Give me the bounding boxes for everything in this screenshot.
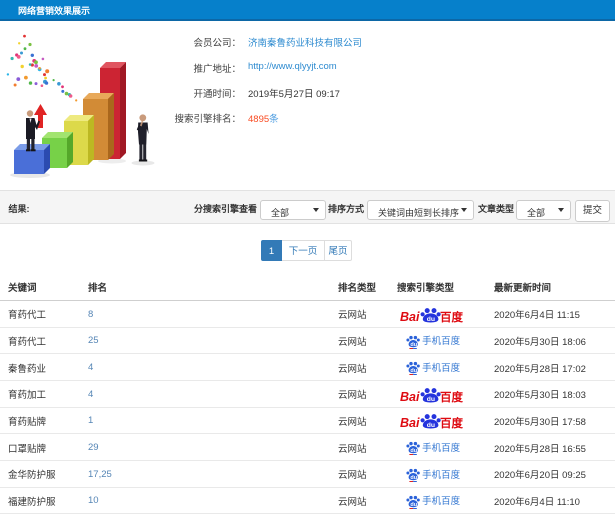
svg-text:百度: 百度 [440, 310, 463, 323]
svg-text:Bai: Bai [400, 310, 420, 323]
svg-text:du: du [410, 342, 417, 348]
svg-text:du: du [427, 316, 435, 323]
svg-text:Bai: Bai [400, 390, 420, 403]
svg-text:du: du [410, 449, 417, 455]
svg-text:du: du [410, 475, 417, 481]
svg-text:百度: 百度 [440, 416, 463, 429]
svg-text:du: du [410, 369, 417, 375]
svg-text:du: du [410, 502, 417, 508]
svg-text:Bai: Bai [400, 416, 420, 429]
svg-text:百度: 百度 [440, 390, 463, 403]
svg-text:du: du [427, 423, 435, 430]
svg-text:du: du [427, 396, 435, 403]
